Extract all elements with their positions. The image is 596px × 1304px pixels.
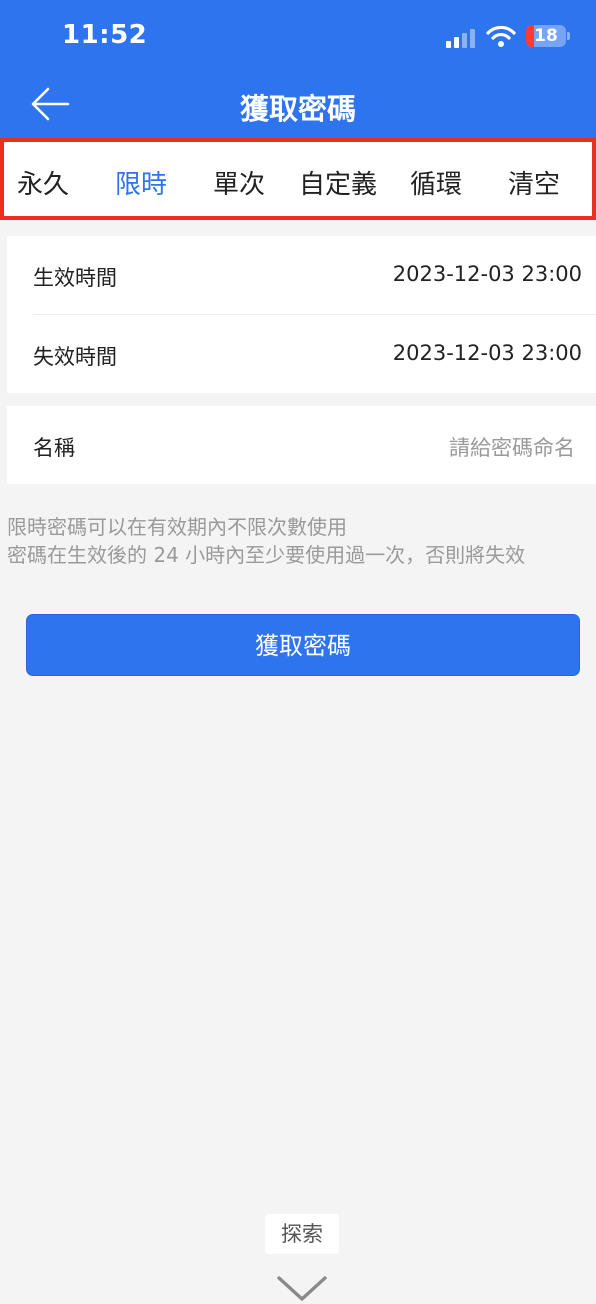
- battery-cap: [567, 32, 570, 40]
- name-label: 名稱: [33, 436, 75, 460]
- tab-permanent[interactable]: 永久: [17, 164, 69, 201]
- end-time-value: 2023-12-03 23:00: [392, 341, 582, 365]
- explore-button[interactable]: 探索: [265, 1214, 339, 1254]
- tab-time-limited[interactable]: 限時: [115, 164, 167, 201]
- end-time-label: 失效時間: [33, 345, 117, 369]
- start-time-value: 2023-12-03 23:00: [392, 262, 582, 286]
- tab-clear[interactable]: 清空: [508, 164, 560, 201]
- battery-icon: 18: [526, 25, 566, 47]
- name-input-placeholder[interactable]: 請給密碼命名: [449, 432, 575, 462]
- cellular-signal-icon: [446, 29, 475, 48]
- status-time: 11:52: [62, 20, 148, 50]
- start-time-row[interactable]: 生效時間 2023-12-03 23:00: [33, 236, 582, 314]
- wifi-icon: [486, 25, 516, 47]
- name-row[interactable]: 名稱 請給密碼命名: [33, 406, 575, 484]
- battery-percent: 18: [534, 26, 558, 46]
- top-bar: 11:52 18 獲取密碼: [0, 0, 596, 138]
- tab-recurring[interactable]: 循環: [410, 164, 462, 201]
- name-card: 名稱 請給密碼命名: [7, 406, 596, 484]
- validity-card: 生效時間 2023-12-03 23:00 失效時間 2023-12-03 23…: [7, 236, 596, 393]
- hint-text: 限時密碼可以在有效期內不限次數使用 密碼在生效後的 24 小時內至少要使用過一次…: [7, 513, 596, 569]
- hint-line-2: 密碼在生效後的 24 小時內至少要使用過一次，否則將失效: [7, 543, 526, 567]
- hint-line-1: 限時密碼可以在有效期內不限次數使用: [7, 515, 347, 539]
- start-time-label: 生效時間: [33, 266, 117, 290]
- page-title: 獲取密碼: [239, 92, 356, 126]
- get-password-button[interactable]: 獲取密碼: [26, 614, 580, 676]
- end-time-row[interactable]: 失效時間 2023-12-03 23:00: [33, 315, 582, 393]
- password-type-tabs: 永久 限時 單次 自定義 循環 清空: [0, 138, 596, 220]
- tab-custom[interactable]: 自定義: [299, 164, 377, 201]
- tab-one-time[interactable]: 單次: [213, 164, 265, 201]
- chevron-down-icon[interactable]: [276, 1274, 328, 1302]
